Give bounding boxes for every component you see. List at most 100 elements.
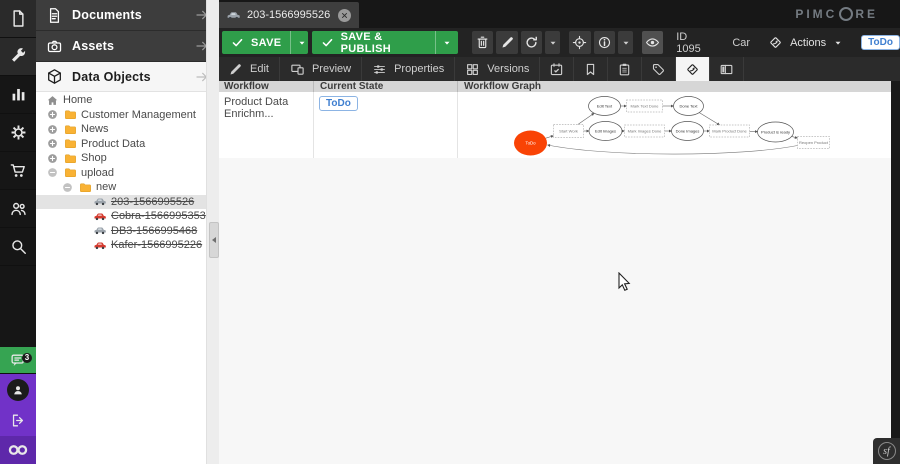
workflow-node-product_ready: Product is ready <box>758 122 794 142</box>
notification-count-badge: 3 <box>22 353 32 363</box>
tree-item-label: Customer Management <box>81 109 196 121</box>
expand-plus-icon[interactable] <box>45 138 59 150</box>
panel-assets-label: Assets <box>72 39 194 53</box>
monitor-icon <box>290 62 305 77</box>
rail-settings-button[interactable] <box>0 114 36 152</box>
tree-item-kafer-1566995226[interactable]: Kafer-1566995226 <box>36 238 206 253</box>
reload-dropdown[interactable] <box>545 31 560 54</box>
svg-text:Product is ready: Product is ready <box>761 129 790 134</box>
tree-item-news[interactable]: News <box>36 122 206 137</box>
workflow-node-todo: ToDo <box>514 131 547 156</box>
object-tab-workflow[interactable] <box>676 57 710 81</box>
cube-icon <box>46 68 63 85</box>
collapse-minus-icon[interactable] <box>60 181 74 193</box>
splitter-collapse-handle[interactable] <box>209 222 219 258</box>
symfony-toolbar-button[interactable]: sf <box>873 438 900 464</box>
panel-assets[interactable]: Assets <box>36 31 218 62</box>
folder-icon <box>78 181 92 193</box>
tree-item-product-data[interactable]: Product Data <box>36 137 206 152</box>
tree-item-db3-1566995468[interactable]: DB3-1566995468 <box>36 224 206 239</box>
locate-in-tree-button[interactable] <box>569 31 591 54</box>
save-dropdown[interactable] <box>290 31 307 54</box>
col-workflow[interactable]: Workflow <box>218 81 314 92</box>
tab-bar: 203-1566995526 PIMCRE <box>218 0 900 28</box>
file-icon <box>9 9 28 28</box>
workflow-node-done_images: Done Images <box>672 122 704 141</box>
car-icon <box>93 210 107 222</box>
rail-notifications-button[interactable]: 3 <box>0 347 36 374</box>
cell-workflow-graph: ToDoStart WorkEdit TextMark Text DoneDon… <box>458 92 891 158</box>
panel-documents[interactable]: Documents <box>36 0 218 31</box>
rail-customers-button[interactable] <box>0 190 36 228</box>
panel-data-objects[interactable]: Data Objects <box>36 62 218 92</box>
rail-search-button[interactable] <box>0 228 36 266</box>
tree-item-cobra-1566995353[interactable]: Cobra-1566995353 <box>36 209 206 224</box>
collapse-minus-icon[interactable] <box>45 167 59 179</box>
tree-item-home[interactable]: Home <box>36 93 206 108</box>
pencil-icon <box>500 35 515 50</box>
save-publish-dropdown[interactable] <box>435 31 458 54</box>
folder-icon <box>63 152 77 164</box>
reload-button[interactable] <box>521 31 543 54</box>
object-tab-notes-events[interactable] <box>574 57 608 81</box>
tree-item-customer-management[interactable]: Customer Management <box>36 108 206 123</box>
rail-tools-button[interactable] <box>0 38 36 76</box>
info-dropdown[interactable] <box>618 31 633 54</box>
save-publish-button[interactable]: SAVE & PUBLISH <box>312 31 459 54</box>
object-tab-properties[interactable]: Properties <box>362 57 455 81</box>
expand-plus-icon[interactable] <box>45 152 59 164</box>
rail-user-profile-button[interactable] <box>0 374 36 405</box>
object-tab-custom-layout[interactable] <box>710 57 744 81</box>
tab-title: 203-1566995526 <box>247 9 330 21</box>
columns-icon <box>719 62 734 77</box>
svg-text:Edit Images: Edit Images <box>595 128 616 133</box>
rail-documents-button[interactable] <box>0 0 36 38</box>
tree-item-label: Cobra-1566995353 <box>111 210 206 222</box>
panel-splitter[interactable] <box>206 0 219 464</box>
chart-icon <box>9 85 28 104</box>
tree-item-label: Shop <box>81 152 107 164</box>
object-tab-edit[interactable]: Edit <box>218 57 280 81</box>
tree-item-203-1566995526[interactable]: 203-1566995526 <box>36 195 206 210</box>
rail-pimcore-logo-button[interactable] <box>0 436 36 464</box>
preview-eye-button[interactable] <box>642 31 664 54</box>
grid4-icon <box>465 62 480 77</box>
col-workflow-graph[interactable]: Workflow Graph <box>458 81 891 92</box>
tree-item-shop[interactable]: Shop <box>36 151 206 166</box>
tree-item-new[interactable]: new <box>36 180 206 195</box>
workflow-node-edit_text: Edit Text <box>589 97 621 116</box>
svg-text:Start Work: Start Work <box>559 128 578 133</box>
eye-icon <box>645 35 660 50</box>
info-button[interactable] <box>594 31 616 54</box>
object-tab-tags[interactable] <box>642 57 676 81</box>
col-current-state[interactable]: Current State <box>314 81 458 92</box>
folder-icon <box>63 138 77 150</box>
object-tab-label: Edit <box>250 63 269 75</box>
caret-down-icon <box>442 38 452 48</box>
rail-reports-button[interactable] <box>0 76 36 114</box>
tree-item-label: Product Data <box>81 138 145 150</box>
delete-button[interactable] <box>472 31 494 54</box>
save-button[interactable]: SAVE <box>222 31 308 54</box>
navigation-accordion: Documents Assets Data Objects HomeCustom… <box>36 0 218 464</box>
caret-down-icon <box>621 38 631 48</box>
expand-plus-icon[interactable] <box>45 109 59 121</box>
workflow-grid-row[interactable]: Product Data Enrichm... ToDo ToDoStart W… <box>218 92 891 158</box>
object-tab-preview[interactable]: Preview <box>280 57 362 81</box>
rail-ecommerce-button[interactable] <box>0 152 36 190</box>
object-tab-schedule[interactable] <box>540 57 574 81</box>
rail-logout-button[interactable] <box>0 405 36 436</box>
object-type: Car <box>732 37 750 49</box>
workflow-icon <box>768 35 783 50</box>
workflow-node-mark_images_done: Mark Images Done <box>625 125 665 137</box>
expand-plus-icon[interactable] <box>45 123 59 135</box>
object-tab-versions[interactable]: Versions <box>455 57 540 81</box>
tree-item-upload[interactable]: upload <box>36 166 206 181</box>
camera-icon <box>46 38 63 55</box>
object-tab-reports[interactable] <box>608 57 642 81</box>
gear-icon <box>9 123 28 142</box>
actions-button[interactable]: Actions <box>768 35 843 50</box>
rename-button[interactable] <box>496 31 518 54</box>
tab-close-icon[interactable] <box>338 9 351 22</box>
tab-object-203[interactable]: 203-1566995526 <box>218 2 359 28</box>
